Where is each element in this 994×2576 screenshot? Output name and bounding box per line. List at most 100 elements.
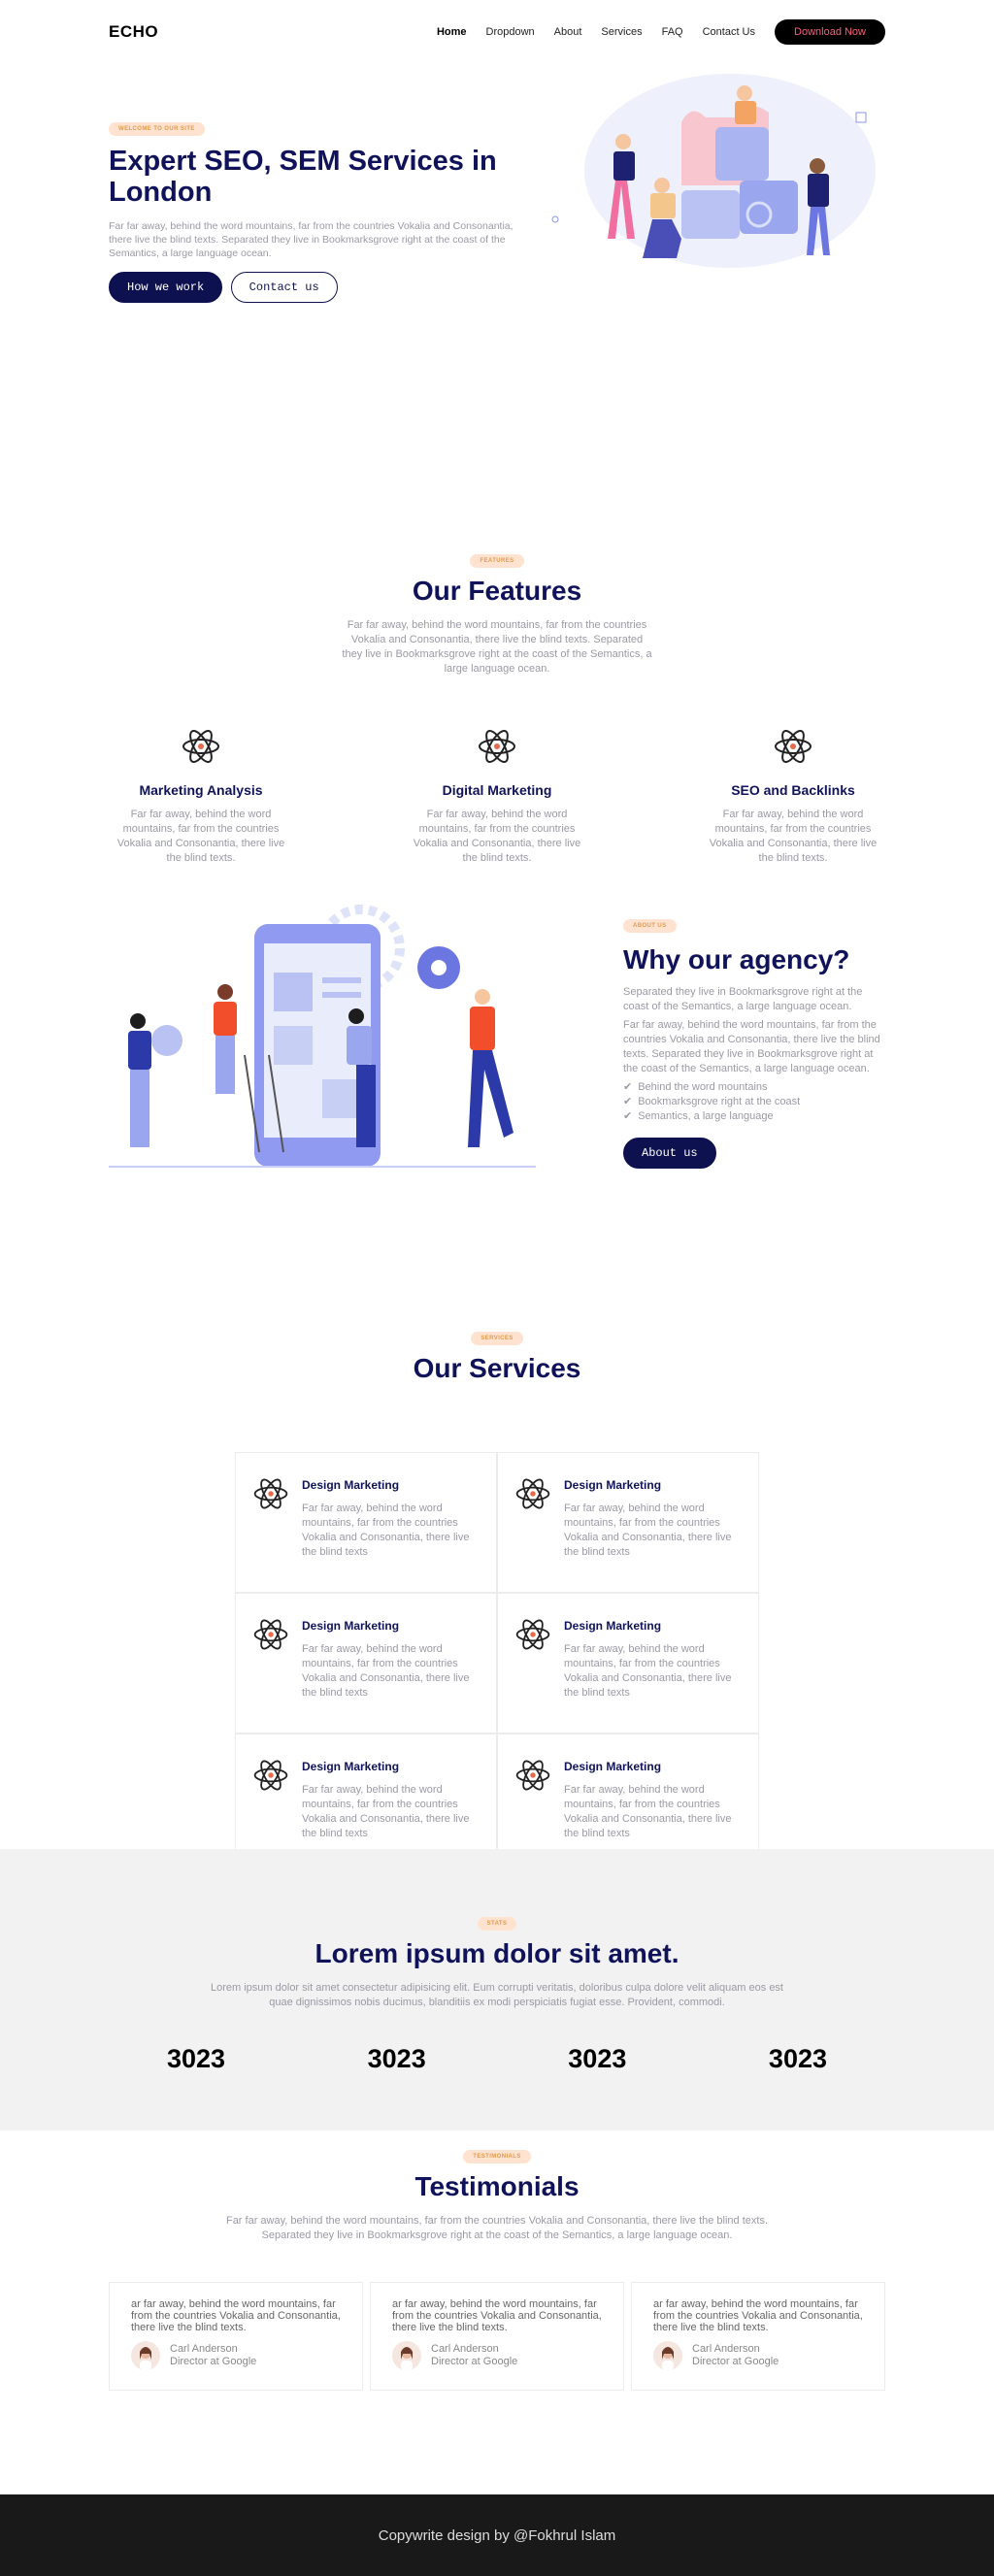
nav-dropdown[interactable]: Dropdown xyxy=(486,26,535,38)
feature-atom-icon xyxy=(182,730,219,763)
service-text: Far far away, behind the word mountains,… xyxy=(564,1503,732,1558)
testimonial-name: Carl Anderson xyxy=(170,2343,238,2355)
check-item: ✔ Bookmarksgrove right at the coast xyxy=(623,1096,801,1107)
service-text: Far far away, behind the word mountains,… xyxy=(302,1784,470,1839)
hero-badge: WELCOME TO OUR SITE xyxy=(109,122,205,136)
service-title: Design Marketing xyxy=(564,1760,662,1773)
services-title: Our Services xyxy=(413,1353,581,1383)
testimonial-card: ar far away, behind the word mountains, … xyxy=(631,2282,885,2391)
testimonial-name: Carl Anderson xyxy=(692,2343,760,2355)
hero-title: Expert SEO, SEM Services in London xyxy=(109,146,497,208)
hero-section: WELCOME TO OUR SITE Expert SEO, SEM Serv… xyxy=(109,64,885,336)
service-atom-icon xyxy=(253,1619,288,1650)
footer: Copywrite design by @Fokhrul Islam xyxy=(0,2494,994,2576)
testimonial-person: Carl Anderson Director at Google xyxy=(131,2341,341,2370)
stat-value: 3023 xyxy=(568,2044,627,2073)
feature-title: Marketing Analysis xyxy=(139,782,263,798)
stats-text: Lorem ipsum dolor sit amet consectetur a… xyxy=(211,1982,783,2008)
download-button[interactable]: Download Now xyxy=(775,19,885,45)
testimonials-list: ar far away, behind the word mountains, … xyxy=(109,2282,885,2391)
nav-about[interactable]: About xyxy=(554,26,582,38)
services-grid: Design Marketing Far far away, behind the… xyxy=(235,1452,759,1874)
footer-copyright: Copywrite design by @Fokhrul Islam xyxy=(378,2526,616,2544)
service-atom-icon xyxy=(515,1760,550,1791)
testimonial-person: Carl Anderson Director at Google xyxy=(392,2341,602,2370)
service-title: Design Marketing xyxy=(302,1619,400,1633)
about-checklist: ✔ Behind the word mountains ✔ Bookmarksgro… xyxy=(623,1080,885,1124)
avatar xyxy=(653,2341,682,2370)
how-we-work-button[interactable]: How we work xyxy=(109,272,223,303)
feature-card: SEO and Backlinks Far far away, behind t… xyxy=(701,725,885,866)
about-section: ABOUT US Why our agency? Separated they … xyxy=(109,890,885,1259)
check-item: ✔ Behind the word mountains xyxy=(623,1081,768,1093)
nav-menu: Home Dropdown About Services FAQ Contact… xyxy=(437,19,885,45)
about-title: Why our agency? xyxy=(623,944,850,974)
service-atom-icon xyxy=(515,1619,550,1650)
avatar xyxy=(392,2341,421,2370)
service-card: Design Marketing Far far away, behind the… xyxy=(235,1452,497,1593)
page: ECHO Home Dropdown About Services FAQ Co… xyxy=(109,0,885,1874)
about-us-button[interactable]: About us xyxy=(623,1138,716,1169)
stat-value: 3023 xyxy=(167,2044,226,2073)
services-section: SERVICES Our Services xyxy=(109,1327,885,1384)
check-icon: ✔ xyxy=(623,1096,633,1107)
navbar: ECHO Home Dropdown About Services FAQ Co… xyxy=(109,0,885,64)
feature-text: Far far away, behind the word mountains,… xyxy=(116,809,285,864)
feature-title: SEO and Backlinks xyxy=(731,782,855,798)
about-content: ABOUT US Why our agency? Separated they … xyxy=(623,914,885,1169)
stats-section: STATS Lorem ipsum dolor sit amet. Lorem … xyxy=(0,1849,994,2130)
service-text: Far far away, behind the word mountains,… xyxy=(302,1643,470,1699)
check-icon: ✔ xyxy=(623,1081,633,1093)
service-title: Design Marketing xyxy=(302,1760,400,1773)
feature-card: Digital Marketing Far far away, behind t… xyxy=(405,725,589,866)
nav-home[interactable]: Home xyxy=(437,26,467,38)
testimonials-section: TESTIMONIALS Testimonials Far far away, … xyxy=(0,2145,994,2391)
testimonials-text: Far far away, behind the word mountains,… xyxy=(225,2215,769,2241)
features-list: Marketing Analysis Far far away, behind … xyxy=(109,725,885,866)
service-atom-icon xyxy=(515,1478,550,1509)
about-text-2: Far far away, behind the word mountains,… xyxy=(623,1019,880,1074)
features-text: Far far away, behind the word mountains,… xyxy=(342,619,652,675)
features-badge: FEATURES xyxy=(470,554,524,568)
stats-values: 3023 3023 3023 3023 xyxy=(109,2044,885,2074)
service-text: Far far away, behind the word mountains,… xyxy=(302,1503,470,1558)
features-title: Our Features xyxy=(412,576,582,606)
service-text: Far far away, behind the word mountains,… xyxy=(564,1784,732,1839)
service-card: Design Marketing Far far away, behind the… xyxy=(497,1593,759,1734)
service-atom-icon xyxy=(253,1760,288,1791)
hero-text: Far far away, behind the word mountains,… xyxy=(109,220,514,259)
nav-services[interactable]: Services xyxy=(601,26,642,38)
stat-value: 3023 xyxy=(367,2044,426,2073)
stats-badge: STATS xyxy=(477,1917,517,1931)
check-item: ✔ Semantics, a large language xyxy=(623,1110,774,1122)
testimonial-role: Director at Google xyxy=(692,2356,779,2367)
services-badge: SERVICES xyxy=(471,1332,523,1345)
testimonial-name: Carl Anderson xyxy=(431,2343,499,2355)
nav-faq[interactable]: FAQ xyxy=(662,26,683,38)
service-atom-icon xyxy=(253,1478,288,1509)
service-title: Design Marketing xyxy=(564,1619,662,1633)
testimonial-person: Carl Anderson Director at Google xyxy=(653,2341,863,2370)
about-illustration xyxy=(109,905,536,1168)
contact-us-button[interactable]: Contact us xyxy=(230,272,338,303)
service-card: Design Marketing Far far away, behind the… xyxy=(497,1452,759,1593)
hero-content: WELCOME TO OUR SITE Expert SEO, SEM Serv… xyxy=(109,117,526,303)
testimonial-role: Director at Google xyxy=(170,2356,257,2367)
nav-contact[interactable]: Contact Us xyxy=(703,26,755,38)
testimonial-quote: ar far away, behind the word mountains, … xyxy=(653,2298,863,2333)
feature-title: Digital Marketing xyxy=(442,782,552,798)
about-text-1: Separated they live in Bookmarksgrove ri… xyxy=(623,986,863,1012)
avatar xyxy=(131,2341,160,2370)
stat-value: 3023 xyxy=(768,2044,827,2073)
feature-text: Far far away, behind the word mountains,… xyxy=(413,809,581,864)
service-card: Design Marketing Far far away, behind the… xyxy=(235,1593,497,1734)
testimonial-quote: ar far away, behind the word mountains, … xyxy=(131,2298,341,2333)
check-icon: ✔ xyxy=(623,1110,633,1122)
feature-text: Far far away, behind the word mountains,… xyxy=(709,809,878,864)
features-section: FEATURES Our Features Far far away, behi… xyxy=(109,549,885,677)
testimonials-title: Testimonials xyxy=(414,2171,580,2201)
testimonials-badge: TESTIMONIALS xyxy=(463,2150,531,2163)
testimonial-quote: ar far away, behind the word mountains, … xyxy=(392,2298,602,2333)
feature-atom-icon xyxy=(775,730,812,763)
logo[interactable]: ECHO xyxy=(109,22,158,42)
